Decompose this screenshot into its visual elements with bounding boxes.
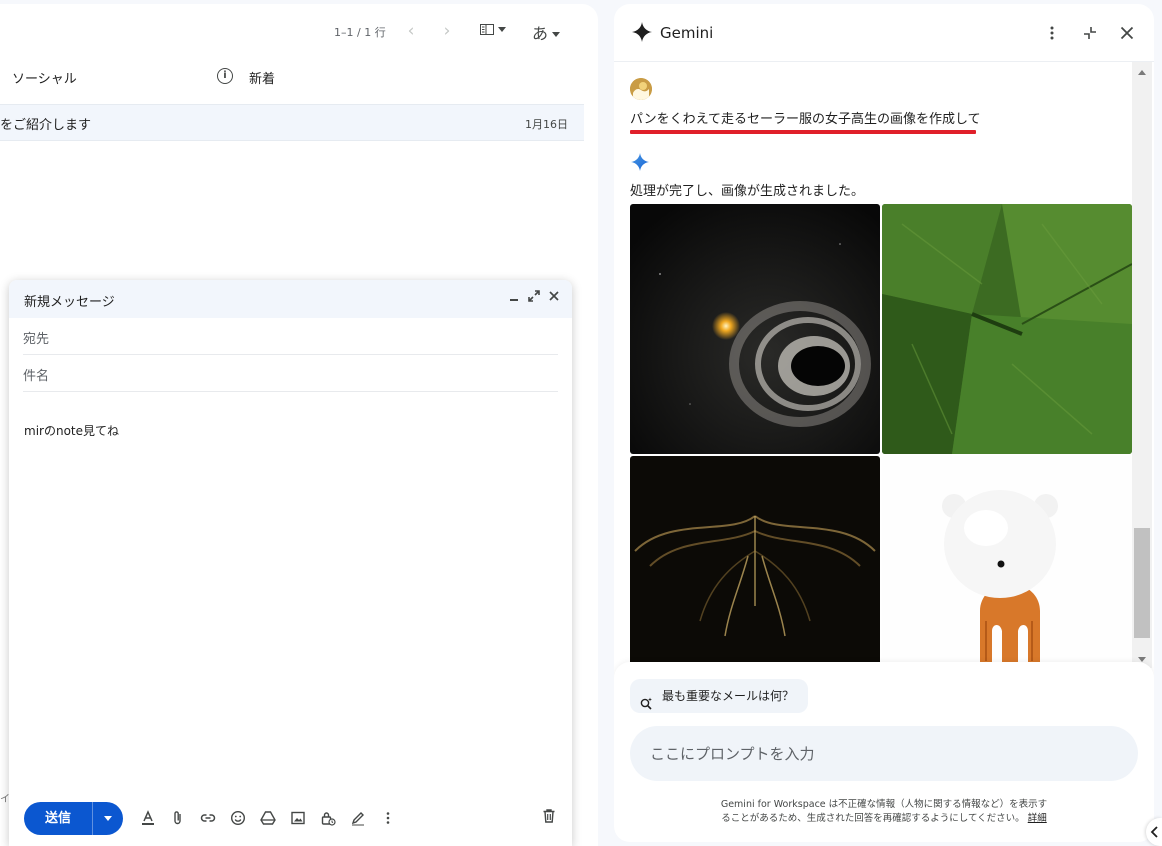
highlight-underline bbox=[630, 130, 976, 134]
gemini-response-sparkle-icon bbox=[631, 153, 649, 175]
disclaimer-line-2: ることがあるため、生成された回答を再確認するようにしてください。 bbox=[721, 813, 1025, 824]
user-prompt-text: パンをくわえて走るセーラー服の女子高生の画像を作成して bbox=[630, 112, 981, 127]
suggestion-label: 最も重要なメールは何？ bbox=[662, 689, 795, 703]
more-vert-icon[interactable] bbox=[1041, 22, 1063, 44]
trash-icon[interactable] bbox=[542, 808, 556, 828]
compose-body-text[interactable]: mirのnote見てね bbox=[24, 422, 119, 439]
to-placeholder: 宛先 bbox=[23, 332, 50, 347]
expand-icon[interactable] bbox=[528, 290, 540, 306]
input-tools-toggle[interactable]: あ bbox=[532, 20, 561, 44]
attach-icon[interactable] bbox=[163, 806, 193, 830]
compose-toolbar: 送信 bbox=[9, 794, 572, 846]
generated-image-4[interactable] bbox=[882, 456, 1132, 662]
compose-window: 新規メッセージ 宛先 件名 mirのnote見てね 送信 bbox=[9, 280, 572, 846]
text-format-icon[interactable] bbox=[133, 806, 163, 830]
image-icon[interactable] bbox=[283, 806, 313, 830]
confidential-mode-icon[interactable] bbox=[313, 806, 343, 830]
disclaimer-line-1: Gemini for Workspace は不正確な情報（人物に関する情報など）… bbox=[720, 799, 1048, 810]
close-icon[interactable] bbox=[1116, 22, 1138, 44]
chevron-down-icon bbox=[104, 816, 112, 821]
mail-date: 1月16日 bbox=[525, 118, 568, 131]
disclaimer: Gemini for Workspace は不正確な情報（人物に関する情報など）… bbox=[674, 798, 1094, 826]
tab-new-label[interactable]: 新着 bbox=[249, 68, 275, 87]
chevron-down-icon bbox=[552, 32, 561, 37]
gemini-input-area: 最も重要なメールは何？ Gemini for Workspace は不正確な情報… bbox=[614, 662, 1154, 842]
gemini-side-panel: Gemini パンをくわえて走るセーラー服の女子高生の画像を作成して 処理が完了… bbox=[614, 4, 1154, 842]
avatar bbox=[630, 78, 652, 100]
collapse-icon[interactable] bbox=[1079, 22, 1101, 44]
ime-label: あ bbox=[532, 24, 549, 43]
gemini-title: Gemini bbox=[660, 24, 714, 42]
compose-title: 新規メッセージ bbox=[24, 295, 115, 310]
chevron-down-icon bbox=[498, 27, 506, 32]
drive-icon[interactable] bbox=[253, 806, 283, 830]
send-options-button[interactable] bbox=[92, 802, 123, 835]
emoji-icon[interactable] bbox=[223, 806, 253, 830]
scroll-up-icon[interactable] bbox=[1138, 70, 1146, 75]
compose-window-controls bbox=[508, 290, 560, 306]
to-field[interactable]: 宛先 bbox=[23, 318, 558, 355]
chevron-left-icon[interactable]: ‹ bbox=[400, 20, 422, 42]
compose-header[interactable]: 新規メッセージ bbox=[9, 280, 572, 318]
pagination-range: 1–1 / 1 行 bbox=[334, 26, 386, 39]
generated-image-1[interactable] bbox=[630, 204, 880, 454]
gemini-response-text: 処理が完了し、画像が生成されました。 bbox=[630, 184, 865, 199]
search-sparkle-icon bbox=[640, 689, 653, 723]
close-icon[interactable] bbox=[548, 290, 560, 306]
info-icon[interactable]: i bbox=[217, 68, 233, 84]
split-pane-toggle[interactable] bbox=[480, 22, 506, 36]
prompt-input[interactable] bbox=[630, 726, 1138, 781]
category-tabs: ソーシャル i 新着 bbox=[0, 64, 598, 104]
mail-toolbar: 1–1 / 1 行 ‹ › あ bbox=[298, 18, 598, 46]
link-icon[interactable] bbox=[193, 806, 223, 830]
chevron-right-icon[interactable]: › bbox=[436, 20, 458, 42]
more-options-icon[interactable] bbox=[373, 806, 403, 830]
tab-social[interactable]: ソーシャル bbox=[12, 68, 77, 87]
generated-image-3[interactable] bbox=[630, 456, 880, 662]
split-pane-icon bbox=[480, 24, 494, 35]
minimize-icon[interactable] bbox=[508, 290, 520, 306]
scrollbar-thumb[interactable] bbox=[1134, 528, 1150, 638]
subject-placeholder: 件名 bbox=[23, 369, 50, 384]
send-label: 送信 bbox=[44, 811, 71, 826]
format-icons bbox=[133, 806, 403, 830]
suggestion-chip[interactable]: 最も重要なメールは何？ bbox=[630, 679, 809, 713]
gemini-sparkle-icon bbox=[632, 22, 652, 46]
generated-image-2[interactable] bbox=[882, 204, 1132, 454]
send-button[interactable]: 送信 bbox=[24, 802, 123, 835]
gemini-header: Gemini bbox=[614, 4, 1154, 62]
subject-field[interactable]: 件名 bbox=[23, 355, 558, 392]
disclaimer-details-link[interactable]: 詳細 bbox=[1028, 813, 1047, 824]
gemini-conversation[interactable]: パンをくわえて走るセーラー服の女子高生の画像を作成して 処理が完了し、画像が生成… bbox=[614, 62, 1154, 662]
signature-icon[interactable] bbox=[343, 806, 373, 830]
gemini-scrollbar[interactable] bbox=[1132, 62, 1152, 668]
mail-subject: をご紹介します bbox=[0, 118, 92, 133]
chevron-left-icon bbox=[1150, 826, 1158, 838]
table-row[interactable]: をご紹介します 1月16日 bbox=[0, 104, 584, 141]
